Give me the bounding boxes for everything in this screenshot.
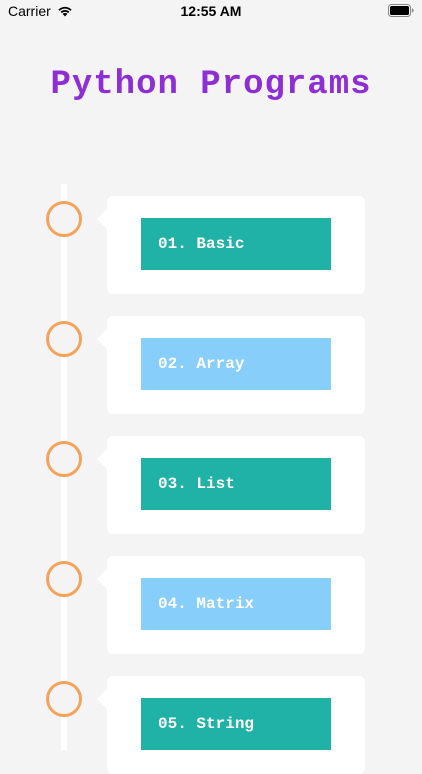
list-item-card: 03. List: [97, 436, 365, 534]
timeline-node: [46, 561, 82, 597]
battery-icon: [388, 4, 414, 17]
list-item-card: 04. Matrix: [97, 556, 365, 654]
status-bar: Carrier 12:55 AM: [0, 0, 422, 24]
timeline-node: [46, 681, 82, 717]
status-time: 12:55 AM: [180, 3, 242, 19]
list-item-card: 05. String: [97, 676, 365, 774]
program-category-button[interactable]: 04. Matrix: [141, 578, 331, 630]
timeline-node: [46, 441, 82, 477]
page-title: Python Programs: [50, 66, 372, 104]
timeline-node: [46, 201, 82, 237]
timeline-node: [46, 321, 82, 357]
program-category-button[interactable]: 01. Basic: [141, 218, 331, 270]
program-category-button[interactable]: 03. List: [141, 458, 331, 510]
list-item-card: 02. Array: [97, 316, 365, 414]
list-item-card: 01. Basic: [97, 196, 365, 294]
program-category-button[interactable]: 05. String: [141, 698, 331, 750]
program-category-button[interactable]: 02. Array: [141, 338, 331, 390]
